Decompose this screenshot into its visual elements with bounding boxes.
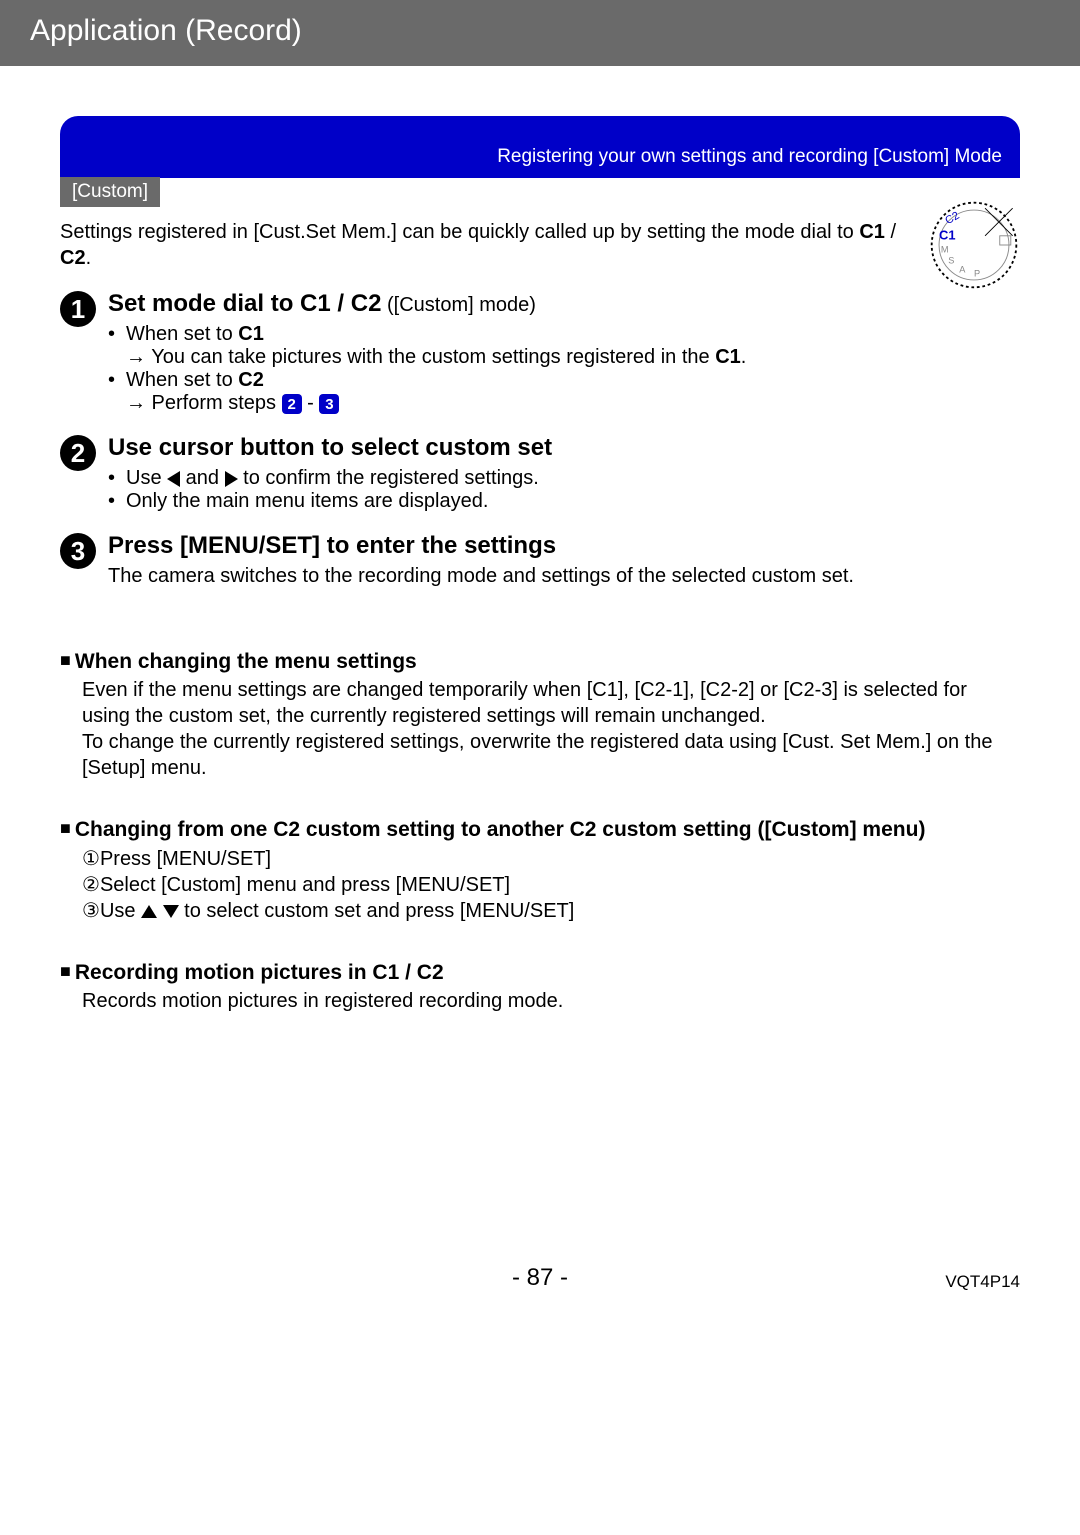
sl: / — [331, 290, 351, 317]
t: Select [Custom] menu and press [MENU/SET… — [100, 874, 510, 896]
bullet: • Use and to confirm the registered sett… — [108, 467, 1020, 490]
step-number-badge: 3 — [60, 533, 96, 569]
paren: ([Custom] mode) — [381, 294, 535, 316]
c1: C1 — [372, 961, 399, 984]
bullet: •Only the main menu items are displayed. — [108, 490, 1020, 513]
document-id: VQT4P14 — [945, 1272, 1020, 1292]
c2: C2 — [351, 290, 382, 317]
t: to select custom set and press [MENU/SET… — [179, 900, 575, 922]
step-chip-3: 3 — [319, 394, 339, 414]
intro-part: Settings registered in [Cust.Set Mem.] c… — [60, 221, 859, 243]
svg-text:S: S — [948, 255, 954, 265]
circled-2-icon: ② — [82, 874, 100, 896]
square-bullet-icon: ■ — [60, 960, 71, 983]
t: Use — [100, 900, 141, 922]
step-number-badge: 1 — [60, 291, 96, 327]
c2: C2 — [570, 818, 597, 841]
bullet: •When set to C2 — [108, 369, 1020, 392]
numbered-line: ②Select [Custom] menu and press [MENU/SE… — [82, 872, 1020, 898]
step-1-title: Set mode dial to C1 / C2 ([Custom] mode) — [108, 289, 1020, 319]
down-arrow-icon — [163, 905, 179, 918]
sub-line: → You can take pictures with the custom … — [108, 346, 1020, 369]
c1-label: C1 — [859, 221, 885, 243]
c2: C2 — [238, 369, 264, 391]
t: Press [MENU/SET] — [100, 848, 271, 870]
page-footer: - 87 - VQT4P14 — [0, 1264, 1080, 1322]
c1: C1 — [715, 346, 741, 368]
numbered-line: ①Press [MENU/SET] — [82, 846, 1020, 872]
step-3-title: Press [MENU/SET] to enter the settings — [108, 531, 1020, 561]
sub-banner: [Custom] — [60, 177, 160, 207]
subsection-body: ①Press [MENU/SET] ②Select [Custom] menu … — [82, 846, 1020, 924]
t: Only the main menu items are displayed. — [126, 490, 488, 513]
subsection-heading: ■When changing the menu settings — [60, 649, 1020, 675]
subsection-heading: ■ Changing from one C2 custom setting to… — [60, 817, 1020, 843]
numbered-line: ③Use to select custom set and press [MEN… — [82, 898, 1020, 924]
step-2: 2 Use cursor button to select custom set… — [60, 433, 1020, 513]
t: Changing from one — [75, 818, 273, 841]
t: Set mode dial to — [108, 290, 300, 317]
t: custom setting ([Custom] menu) — [596, 818, 925, 841]
bullet: •When set to C1 — [108, 323, 1020, 346]
c2: C2 — [273, 818, 300, 841]
step-number-badge: 2 — [60, 435, 96, 471]
t: Recording motion pictures in — [75, 961, 373, 984]
subsection-body: Even if the menu settings are changed te… — [82, 677, 1020, 781]
slash: / — [885, 221, 896, 243]
dash: - — [307, 392, 319, 414]
step-2-title: Use cursor button to select custom set — [108, 433, 1020, 463]
circled-3-icon: ③ — [82, 900, 100, 922]
sub-line: → Perform steps 2 - 3 — [108, 392, 1020, 415]
square-bullet-icon: ■ — [60, 817, 71, 840]
svg-text:P: P — [974, 268, 980, 278]
svg-text:A: A — [959, 265, 966, 275]
mode-dial-icon: C1 C2 P A S M — [928, 199, 1020, 291]
t: When set to — [126, 369, 238, 391]
t: to confirm the registered settings. — [238, 467, 539, 489]
t: custom setting to another — [300, 818, 570, 841]
period: . — [86, 247, 92, 269]
p: . — [741, 346, 747, 368]
sl: / — [399, 961, 417, 984]
square-bullet-icon: ■ — [60, 649, 71, 672]
step-3-body: The camera switches to the recording mod… — [108, 563, 1020, 589]
c2-label: C2 — [60, 247, 86, 269]
c1: C1 — [300, 290, 331, 317]
page-number: - 87 - — [512, 1264, 568, 1291]
svg-text:M: M — [941, 244, 949, 254]
p: Even if the menu settings are changed te… — [82, 677, 1020, 729]
t: → Perform steps — [126, 392, 282, 414]
right-arrow-icon — [225, 471, 238, 487]
circled-1-icon: ① — [82, 848, 100, 870]
step-1: 1 Set mode dial to C1 / C2 ([Custom] mod… — [60, 289, 1020, 415]
up-arrow-icon — [141, 905, 157, 918]
p: To change the currently registered setti… — [82, 729, 1020, 781]
topic-banner: Registering your own settings and record… — [60, 116, 1020, 178]
step-3: 3 Press [MENU/SET] to enter the settings… — [60, 531, 1020, 589]
intro-text: Settings registered in [Cust.Set Mem.] c… — [60, 219, 1020, 271]
c2: C2 — [417, 961, 444, 984]
t: Use — [126, 467, 167, 489]
subsection-body: Records motion pictures in registered re… — [82, 988, 1020, 1014]
subsection-heading: ■ Recording motion pictures in C1 / C2 — [60, 960, 1020, 986]
step-chip-2: 2 — [282, 394, 302, 414]
left-arrow-icon — [167, 471, 180, 487]
t: → You can take pictures with the custom … — [126, 346, 715, 368]
c1: C1 — [238, 323, 264, 345]
h: When changing the menu settings — [75, 649, 417, 675]
page-content: Registering your own settings and record… — [0, 66, 1080, 1034]
t: When set to — [126, 323, 238, 345]
section-header: Application (Record) — [0, 0, 1080, 66]
t: and — [180, 467, 224, 489]
svg-text:C1: C1 — [939, 227, 955, 242]
